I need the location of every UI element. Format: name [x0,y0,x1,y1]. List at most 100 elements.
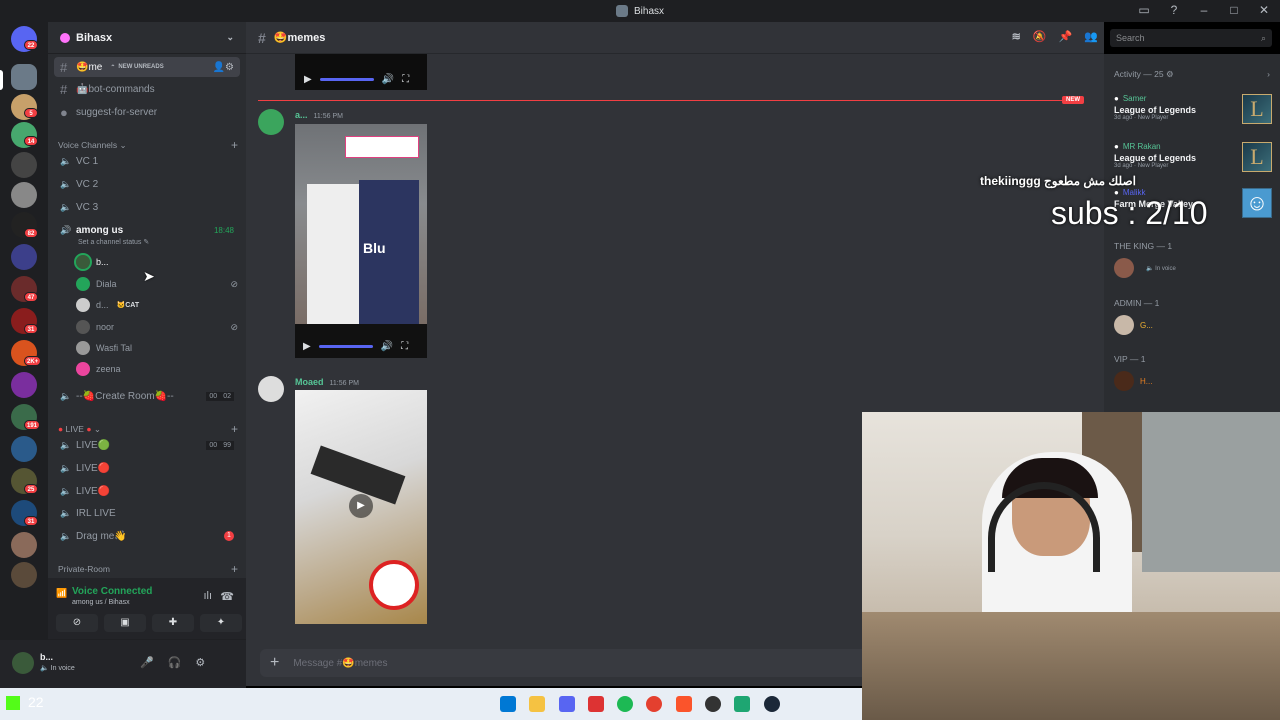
volume-icon[interactable]: 🔊 [381,341,393,352]
member-row[interactable]: G... [1114,315,1153,335]
play-icon[interactable]: ▶ [303,341,311,352]
invite-icon[interactable]: 👤⚙ [213,62,234,73]
steam-icon[interactable] [764,696,780,712]
speaker-icon: 🔈 [60,439,72,450]
category-voice[interactable]: Voice Channels ⌄ + [58,138,238,152]
server-icon[interactable] [11,532,37,558]
avatar[interactable] [258,376,284,402]
avatar[interactable] [258,109,284,135]
video-controls[interactable]: ▶ 🔊 ⛶ [296,69,426,89]
avatar [76,320,90,334]
category-private[interactable]: Private-Room + [58,562,238,576]
voice-user[interactable]: d... 🐱CAT [76,295,238,315]
channel-bot-commands[interactable]: # 🤖bot-commands [54,79,240,99]
start-icon[interactable] [500,696,516,712]
screen-share-button[interactable]: ▣ [104,614,146,632]
app-icon[interactable] [734,696,750,712]
close-icon[interactable]: ✕ [1256,3,1272,17]
member-row[interactable]: H... [1114,371,1152,391]
server-icon[interactable] [11,372,37,398]
add-channel-icon[interactable]: + [231,422,238,436]
voice-user[interactable]: noor ⊘ [76,317,238,337]
voice-channel-live[interactable]: 🔈 LIVE🟢 00 99 [54,435,240,455]
member-row[interactable]: 🔈 In voice [1114,258,1176,278]
user-limit: 00 99 [206,440,234,450]
video-embed[interactable]: Blu ▶ 🔊 ⛶ [295,124,427,358]
voice-channel-among-us[interactable]: 🔊 among us 18:48 [54,220,240,240]
pin-icon[interactable]: 📌 [1059,30,1073,43]
voice-status-subtitle[interactable]: among us / Bihasx [72,599,130,606]
maximize-icon[interactable]: □ [1226,3,1242,17]
voice-channel-live[interactable]: 🔈 LIVE🔴 [54,458,240,478]
add-channel-icon[interactable]: + [231,138,238,152]
disconnect-icon[interactable]: ☎ [220,590,234,603]
progress-bar[interactable] [319,77,374,81]
voice-channel-vc1[interactable]: 🔈 VC 1 [54,151,240,171]
gear-icon[interactable]: ⚙ [195,656,205,669]
activities-button[interactable]: ✚ [152,614,194,632]
noise-suppression-icon[interactable]: ılı [203,590,212,602]
brave-icon[interactable] [676,696,692,712]
avatar: ● [1114,94,1119,103]
fullscreen-icon[interactable]: ⛶ [402,74,409,85]
activity-card[interactable]: ● Samer League of Legends 3d ago · New Pl… [1114,94,1276,124]
notification-icon[interactable]: 🔕 [1033,30,1047,43]
user-name: Diala [96,279,117,289]
voice-user[interactable]: zeena [76,359,238,379]
chrome-icon[interactable] [646,696,662,712]
activity-card[interactable]: ● MR Rakan League of Legends 3d ago · New… [1114,142,1276,172]
play-icon[interactable]: ▶ [304,74,312,85]
progress-bar[interactable] [318,344,373,348]
server-icon-bihasx[interactable] [11,64,37,90]
message-author[interactable]: Moaed 11:56 PM [295,377,359,387]
voice-channel-irl-live[interactable]: 🔈 IRL LIVE [54,503,240,523]
channel-memes[interactable]: # 🤩me ⌃ NEW UNREADS 👤⚙ [54,57,240,77]
message-author[interactable]: a... 11:56 PM [295,110,343,120]
headphones-icon[interactable]: 🎧 [168,656,182,669]
video-embed[interactable]: ▶ [295,390,427,624]
server-icon[interactable] [11,244,37,270]
file-explorer-icon[interactable] [529,696,545,712]
add-channel-icon[interactable]: + [231,562,238,576]
camera-off-button[interactable]: ⊘ [56,614,98,632]
server-badge: 191 [24,420,41,430]
category-live[interactable]: ● LIVE ● ⌄ + [58,422,238,436]
voice-user[interactable]: b... [74,252,238,272]
channel-status[interactable]: Set a channel status ✎ [78,238,149,246]
video-controls[interactable]: ▶ 🔊 ⛶ [295,336,425,356]
play-overlay-icon[interactable]: ▶ [349,494,373,518]
server-icon[interactable] [11,436,37,462]
server-icon[interactable] [11,562,37,588]
inbox-icon[interactable]: ▭ [1136,3,1152,17]
voice-status-title[interactable]: Voice Connected [72,586,152,597]
server-list: 22 5 14 82 47 31 2K+ 191 25 31 [0,22,48,686]
channel-suggest[interactable]: ● suggest-for-server [54,102,240,122]
obs-icon[interactable] [705,696,721,712]
minimize-icon[interactable]: – [1196,3,1212,17]
voice-channel-vc3[interactable]: 🔈 VC 3 [54,197,240,217]
voice-user[interactable]: Diala ⊘ [76,274,238,294]
new-unreads-badge[interactable]: ⌃ NEW UNREADS [110,63,164,71]
fullscreen-icon[interactable]: ⛶ [401,341,408,352]
microphone-icon[interactable]: 🎤 [140,656,154,669]
member-list-icon[interactable]: 👥 [1084,30,1098,43]
voice-user[interactable]: Wasfi Tal [76,338,238,358]
activity-header[interactable]: Activity — 25 ⚙ › [1114,69,1270,80]
server-header[interactable]: Bihasx ⌄ [48,22,246,54]
voice-channel-live[interactable]: 🔈 LIVE🔴 [54,481,240,501]
threads-icon[interactable]: ≋ [1012,30,1021,43]
server-icon[interactable] [11,182,37,208]
soundboard-button[interactable]: ✦ [200,614,242,632]
spotify-icon[interactable] [617,696,633,712]
discord-icon[interactable] [559,696,575,712]
help-icon[interactable]: ? [1166,3,1182,17]
voice-channel-vc2[interactable]: 🔈 VC 2 [54,174,240,194]
voice-channel-drag-me[interactable]: 🔈 Drag me👋 1 [54,526,240,546]
search-input[interactable]: Search ⌕ [1110,29,1272,47]
video-editor-icon[interactable] [588,696,604,712]
server-icon[interactable] [11,152,37,178]
attach-icon[interactable]: + [270,654,279,672]
voice-channel-create-room[interactable]: 🔈 --🍓Create Room🍓-- 00 02 [54,386,240,406]
volume-icon[interactable]: 🔊 [382,74,394,85]
avatar[interactable] [12,652,34,674]
